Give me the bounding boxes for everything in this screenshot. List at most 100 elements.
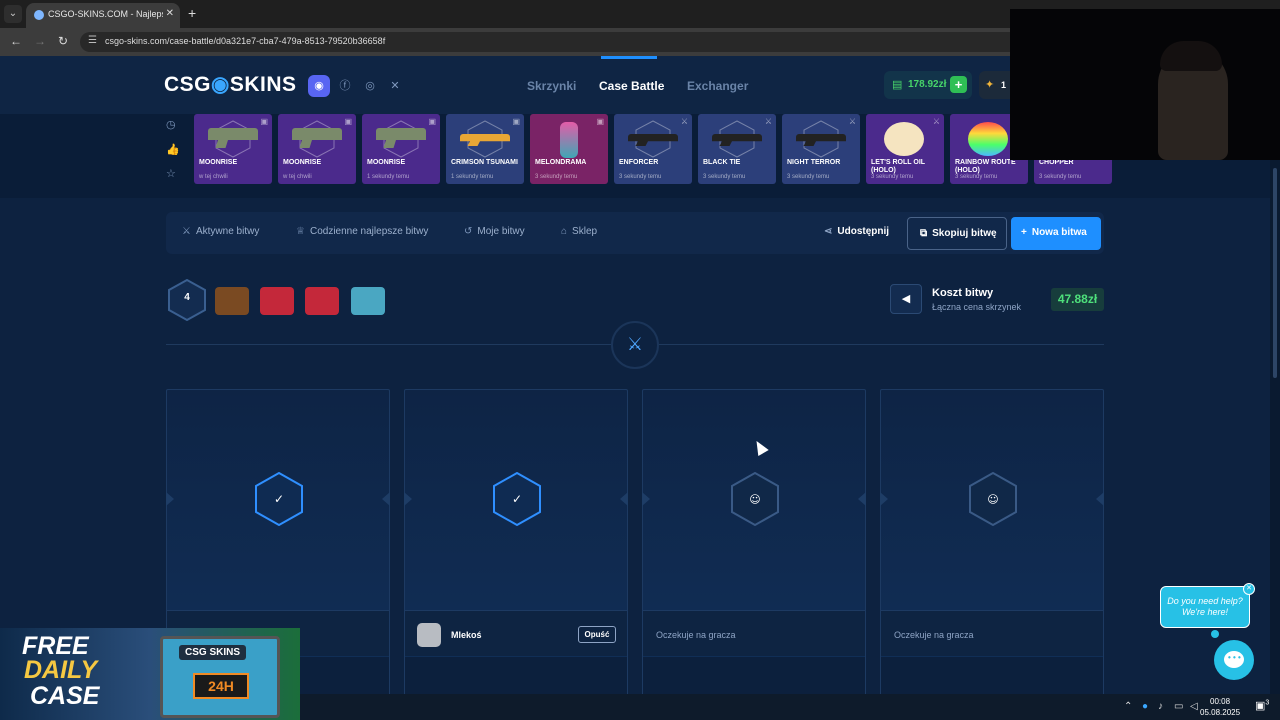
arrow-left-icon [404,492,412,506]
instagram-icon[interactable]: ◎ [360,78,380,94]
recent-clock-icon[interactable]: ◷ [166,118,176,131]
case-icon: ▣ [344,117,352,126]
copy-label: Skopiuj bitwę [932,228,997,239]
tab-my-battles[interactable]: ↺ Moje bitwy [464,226,525,237]
site-info-icon[interactable]: ☰ [88,35,97,46]
live-drop-item[interactable]: ▣ MELONDRAMA 3 sekundy temu [530,114,608,184]
battle-swords-icon: ⚔ [764,117,772,126]
drop-time: 3 sekundy temu [787,174,830,180]
join-user-icon[interactable]: ☺ [969,472,1017,526]
case-1-image[interactable] [215,287,249,315]
battle-swords-icon: ⚔ [932,117,940,126]
live-drop-item[interactable]: ⚔ LET'S ROLL OIL (HOLO) 3 sekundy temu [866,114,944,184]
promo-box-label: CSG SKINS [179,645,247,660]
deposit-button[interactable]: + [950,76,967,93]
logo-text-left: CSG [164,73,212,96]
sound-toggle-button[interactable]: ◀ [890,284,922,314]
tab-shop[interactable]: ⌂ Sklep [561,226,597,237]
tab-daily-best[interactable]: ♕ Codzienne najlepsze bitwy [296,226,428,237]
tray-app-icon[interactable]: ● [1142,701,1148,712]
browser-tab[interactable]: CSGO-SKINS.COM - Najlepsze ✕ [26,3,180,28]
share-label: Udostępnij [837,226,890,237]
site-logo[interactable]: CSG◉SKINS [164,72,297,97]
player-slot: ✓ Mlekoś Opuść [404,389,628,720]
coin-icon: ✦ [985,79,995,91]
copy-battle-button[interactable]: ⧉ Skopiuj bitwę [907,217,1007,250]
history-icon: ↺ [464,226,473,237]
svg-text:✓: ✓ [512,492,522,506]
arrow-right-icon [382,492,390,506]
live-drop-item[interactable]: ▣ MOONRISE 1 sekundy temu [362,114,440,184]
player-avatar[interactable] [417,623,441,647]
sticker-icon [968,122,1008,156]
help-dot [1211,630,1219,638]
drop-time: 3 sekundy temu [871,174,914,180]
scrollbar-thumb[interactable] [1273,168,1277,378]
case-2-image[interactable] [260,287,294,315]
live-drop-item[interactable]: ▣ MOONRISE w tej chwili [194,114,272,184]
nav-case-battle[interactable]: Case Battle [599,79,664,93]
favorites-star-icon[interactable]: ☆ [166,167,176,180]
url-field[interactable]: ☰ csgo-skins.com/case-battle/d0a321e7-cb… [80,32,1020,52]
arrow-right-icon [858,492,866,506]
cost-subtitle: Łączna cena skrzynek [932,302,1022,312]
drop-name: RAINBOW ROUTE (HOLO) [955,159,1016,174]
live-drop-item[interactable]: ▣ MOONRISE w tej chwili [278,114,356,184]
live-drop-item[interactable]: ⚔ BLACK TIE 3 sekundy temu [698,114,776,184]
svg-text:☺: ☺ [749,493,760,506]
free-daily-case-promo[interactable]: FREE DAILY CASE CSG SKINS 24H [0,628,300,720]
tab-active-battles-label: Aktywne bitwy [195,226,260,237]
join-user-icon[interactable]: ☺ [731,472,779,526]
network-icon[interactable]: ▭ [1174,701,1183,712]
forward-icon[interactable]: → [34,34,46,48]
swords-icon: ⚔ [182,226,191,237]
notifications-icon[interactable]: ▣3 [1255,699,1269,712]
drop-name: MOONRISE [367,159,406,166]
battle-toolbar: ⚔ Aktywne bitwy ♕ Codzienne najlepsze bitw… [166,212,1104,254]
tray-chevron-icon[interactable]: ⌃ [1124,701,1132,712]
case-icon: ▣ [260,117,268,126]
discord-icon[interactable]: ◉ [308,75,330,97]
arrow-right-icon [1096,492,1104,506]
tab-daily-best-label: Codzienne najlepsze bitwy [309,226,429,237]
nav-skrzynki[interactable]: Skrzynki [527,79,576,93]
svg-text:☺: ☺ [987,493,998,506]
balance-box[interactable]: ▤ 178.92zł + [884,71,972,99]
help-line-1: Do you need help? [1167,596,1243,606]
chat-button[interactable]: • • • [1214,640,1254,680]
player-slot: ☺ Oczekuje na gracza [642,389,866,720]
help-close-icon[interactable]: ✕ [1243,583,1255,595]
drop-name: CRIMSON TSUNAMI [451,159,518,166]
share-button[interactable]: ⋖ Udostępnij [824,226,889,237]
tab-search-icon[interactable]: ⌄ [4,5,22,23]
tab-active-battles[interactable]: ⚔ Aktywne bitwy [182,226,259,237]
svg-text:✓: ✓ [274,492,284,506]
drop-time: 3 sekundy temu [703,174,746,180]
player-count-wrap: 4 [168,279,206,321]
new-tab-icon[interactable]: + [188,5,196,21]
arrow-left-icon [880,492,888,506]
reload-icon[interactable]: ↻ [58,34,68,48]
facebook-icon[interactable]: ⓕ [335,78,355,94]
live-drop-item[interactable]: ⚔ ENFORCER 3 sekundy temu [614,114,692,184]
volume-icon[interactable]: ◁ [1190,701,1198,712]
live-drop-item[interactable]: ⚔ NIGHT TERROR 3 sekundy temu [782,114,860,184]
tab-my-battles-label: Moje bitwy [477,226,525,237]
active-nav-indicator [601,56,657,59]
live-drop-item[interactable]: ▣ CRIMSON TSUNAMI 1 sekundy temu [446,114,524,184]
x-twitter-icon[interactable]: ✕ [385,78,405,94]
nav-exchanger[interactable]: Exchanger [687,79,748,93]
leave-button[interactable]: Opuść [578,626,616,643]
clock-time: 00:08 [1210,697,1231,706]
url-text: csgo-skins.com/case-battle/d0a321e7-cba7… [105,36,386,46]
microphone-icon[interactable]: ♪ [1158,701,1163,712]
new-battle-button[interactable]: + Nowa bitwa [1011,217,1101,250]
case-4-image[interactable] [351,287,385,315]
drop-name: NIGHT TERROR [787,159,841,166]
tab-close-icon[interactable]: ✕ [166,8,174,19]
best-thumb-icon[interactable]: 👍 [166,143,180,156]
back-icon[interactable]: ← [10,34,22,48]
system-clock[interactable]: 00:08 05.08.2025 [1200,696,1240,718]
help-bubble[interactable]: Do you need help? We're here! [1160,586,1250,628]
case-3-image[interactable] [305,287,339,315]
